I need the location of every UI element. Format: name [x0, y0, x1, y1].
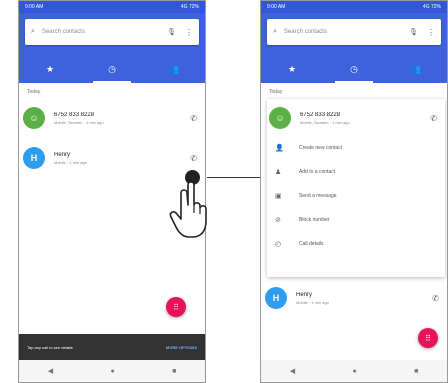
- arrow-line: [207, 177, 262, 178]
- call-text: Henry Mobile · 1 min ago: [54, 152, 190, 165]
- call-detail: Mobile, Sweden · 1 min ago: [300, 119, 350, 125]
- more-vertical-icon[interactable]: ⋮: [427, 28, 435, 37]
- avatar: H: [23, 147, 45, 169]
- tab-recents[interactable]: ◷: [323, 56, 385, 83]
- call-log: Today ☺ 6752 833 8228 Mobile, Sweden · 1…: [261, 83, 447, 360]
- search-bar[interactable]: ⌕ Search contacts 🎙 ⋮: [25, 19, 199, 45]
- status-right: 4G 72%: [180, 4, 199, 10]
- snackbar: Tap any call to see details MORE OPTIONS: [19, 334, 205, 360]
- status-left: 9:00 AM: [25, 4, 44, 10]
- mic-icon[interactable]: 🎙: [409, 28, 418, 36]
- search-bar[interactable]: ⌕ Search contacts 🎙 ⋮: [267, 19, 441, 45]
- menu-label: Add to a contact: [299, 169, 336, 175]
- mic-icon[interactable]: 🎙: [167, 28, 176, 36]
- phone-icon[interactable]: ✆: [190, 154, 197, 163]
- expanded-call-card: ☺ 6752 833 8228 Mobile, Sweden · 1 min a…: [267, 99, 445, 277]
- section-label: Today: [27, 89, 41, 95]
- call-text: 6752 833 8228 Mobile, Sweden · 1 min ago: [54, 112, 190, 125]
- call-text: Henry Mobile · 1 min ago: [296, 292, 432, 305]
- status-right: 4G 72%: [422, 4, 441, 10]
- menu-label: Create new contact: [299, 145, 343, 151]
- search-icon: ⌕: [273, 28, 277, 35]
- contacts-icon: 👥: [410, 64, 422, 74]
- status-bar: 9:00 AM 4G 72%: [19, 1, 205, 13]
- call-detail: Mobile · 1 min ago: [54, 159, 87, 165]
- section-label: Today: [269, 89, 283, 95]
- recents-app-icon[interactable]: ■: [172, 368, 176, 375]
- dialpad-icon: ⠿: [173, 302, 179, 312]
- more-vertical-icon[interactable]: ⋮: [185, 28, 193, 37]
- menu-item-create-contact[interactable]: 👤 Create new contact: [267, 137, 445, 159]
- avatar: ☺: [269, 107, 291, 129]
- recents-icon: ◷: [108, 64, 116, 74]
- star-icon: ★: [45, 64, 55, 74]
- home-icon[interactable]: ●: [110, 368, 114, 375]
- system-nav-bar: ◀ ● ■: [19, 360, 205, 382]
- dialpad-button[interactable]: ⠿: [418, 328, 438, 348]
- menu-label: Block number: [299, 217, 330, 223]
- call-detail: Mobile, Sweden · 1 min ago: [54, 119, 104, 125]
- phone-icon[interactable]: ✆: [432, 294, 439, 303]
- call-log-item[interactable]: ☺ 6752 833 8228 Mobile, Sweden · 1 min a…: [19, 103, 205, 133]
- snackbar-action[interactable]: MORE OPTIONS: [166, 345, 197, 350]
- tab-bar: ★ ◷ 👥: [261, 56, 447, 83]
- block-icon: ⊘: [275, 217, 281, 224]
- menu-item-call-details[interactable]: ◴ Call details: [267, 233, 445, 255]
- tab-favorites[interactable]: ★: [19, 56, 81, 83]
- star-icon: ★: [287, 64, 297, 74]
- call-detail: Mobile · 1 min ago: [296, 299, 329, 305]
- snackbar-text: Tap any call to see details: [27, 344, 73, 350]
- dialpad-button[interactable]: ⠿: [166, 297, 186, 317]
- tutorial-figure: 9:00 AM 4G 72% ⌕ Search contacts 🎙 ⋮ ★ ◷…: [0, 0, 448, 383]
- caller-name: Henry: [296, 291, 313, 298]
- contacts-icon: 👥: [168, 64, 180, 74]
- menu-label: Call details: [299, 241, 324, 247]
- avatar: H: [265, 287, 287, 309]
- dialpad-icon: ⠿: [425, 333, 431, 343]
- menu-item-add-to-contact[interactable]: ♟ Add to a contact: [267, 161, 445, 183]
- caller-name: 6752 833 8228: [300, 111, 341, 118]
- back-icon[interactable]: ◀: [48, 367, 53, 375]
- back-icon[interactable]: ◀: [290, 367, 295, 375]
- tab-recents[interactable]: ◷: [81, 56, 143, 83]
- status-bar: 9:00 AM 4G 72%: [261, 1, 447, 13]
- menu-item-block-number[interactable]: ⊘ Block number: [267, 209, 445, 231]
- status-left: 9:00 AM: [267, 4, 286, 10]
- search-placeholder: Search contacts: [41, 29, 85, 35]
- tab-contacts[interactable]: 👥: [385, 56, 447, 83]
- tab-favorites[interactable]: ★: [261, 56, 323, 83]
- search-placeholder: Search contacts: [283, 29, 327, 35]
- search-icon: ⌕: [31, 28, 35, 35]
- call-log-item[interactable]: H Henry Mobile · 1 min ago ✆: [19, 143, 205, 173]
- phone-icon[interactable]: ✆: [430, 114, 437, 123]
- phone-right: 9:00 AM 4G 72% ⌕ Search contacts 🎙 ⋮ ★ ◷…: [260, 0, 448, 383]
- history-icon: ◴: [275, 241, 282, 248]
- caller-name: Henry: [54, 151, 71, 158]
- phone-icon[interactable]: ✆: [190, 114, 197, 123]
- recents-icon: ◷: [350, 64, 358, 74]
- person-icon: ♟: [275, 169, 282, 176]
- pointing-hand-icon: [169, 181, 207, 238]
- call-text: 6752 833 8228 Mobile, Sweden · 1 min ago: [300, 112, 430, 125]
- call-log-item[interactable]: ☺ 6752 833 8228 Mobile, Sweden · 1 min a…: [265, 103, 445, 133]
- tab-contacts[interactable]: 👥: [143, 56, 205, 83]
- system-nav-bar: ◀ ● ■: [261, 360, 447, 382]
- menu-item-send-message[interactable]: ▣ Send a message: [267, 185, 445, 207]
- menu-label: Send a message: [299, 193, 337, 199]
- call-log-item[interactable]: H Henry Mobile · 1 min ago ✆: [261, 283, 447, 313]
- caller-name: 6752 833 8228: [54, 111, 95, 118]
- home-icon[interactable]: ●: [352, 368, 356, 375]
- person-add-icon: 👤: [275, 145, 284, 152]
- message-icon: ▣: [275, 193, 282, 200]
- tab-bar: ★ ◷ 👥: [19, 56, 205, 83]
- avatar: ☺: [23, 107, 45, 129]
- recents-app-icon[interactable]: ■: [414, 368, 418, 375]
